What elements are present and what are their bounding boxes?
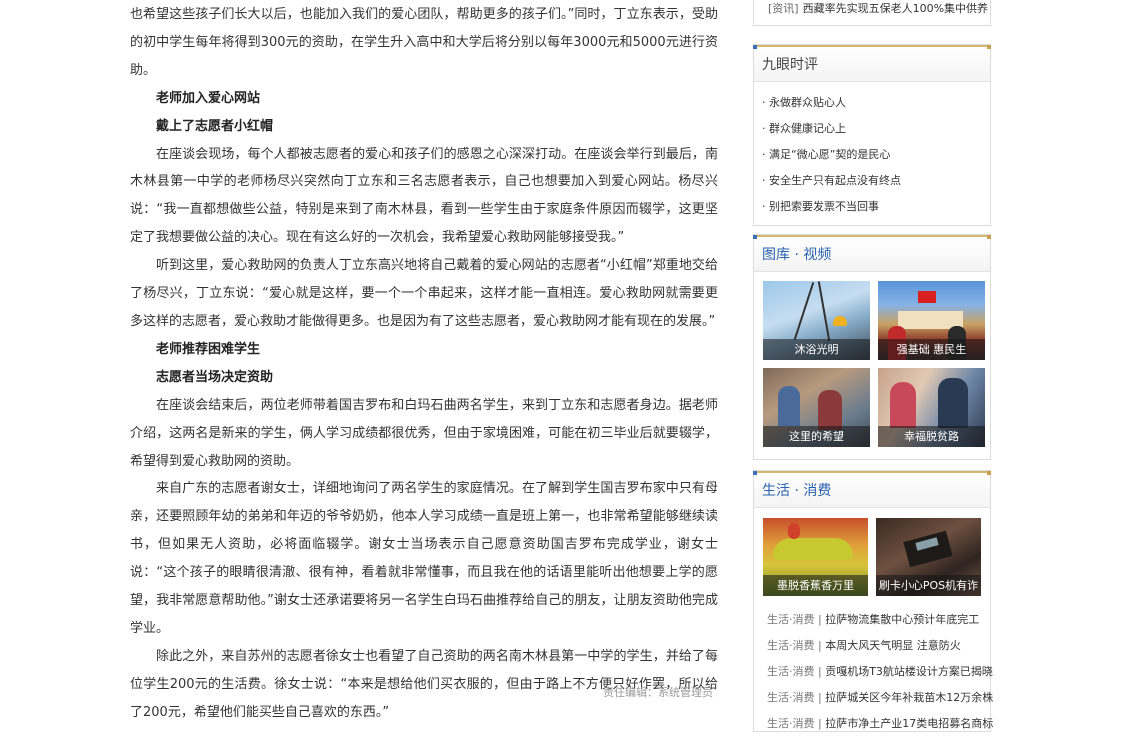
article-subheading: 老师加入爱心网站 bbox=[156, 90, 261, 106]
commentary-link[interactable]: · 满足“微心愿”契的是民心 bbox=[762, 142, 990, 168]
life-news-list: 生活·消费 | 拉萨物流集散中心预计年底完工 生活·消费 | 本周大风天气明显 … bbox=[767, 607, 993, 737]
photo-caption: 刷卡小心POS机有诈 bbox=[876, 575, 981, 596]
category-label: 生活·消费 | bbox=[767, 613, 822, 626]
commentary-link[interactable]: · 群众健康记心上 bbox=[762, 116, 990, 142]
commentary-list: · 永做群众贴心人 · 群众健康记心上 · 满足“微心愿”契的是民心 · 安全生… bbox=[754, 82, 990, 220]
life-box: 生活 · 消费 墨脱香蕉香万里 刷卡小心POS机有诈 生活·消费 | 拉萨物流集… bbox=[753, 470, 993, 732]
life-news-item[interactable]: 生活·消费 | 拉萨物流集散中心预计年底完工 bbox=[767, 607, 993, 633]
article-body: 也希望这些孩子们长大以后，也能加入我们的爱心团队，帮助更多的孩子们。”同时，丁立… bbox=[130, 0, 718, 727]
power-line-worker-photo[interactable]: 沐浴光明 bbox=[763, 281, 870, 360]
photo-caption: 沐浴光明 bbox=[763, 339, 870, 360]
corner-marker bbox=[753, 471, 757, 475]
life-news-link[interactable]: 拉萨市净土产业17类电招募名商标 bbox=[825, 717, 993, 730]
category-label: 生活·消费 | bbox=[767, 717, 822, 730]
article-paragraph: 听到这里，爱心救助网的负责人丁立东高兴地将自己戴着的爱心网站的志愿者“小红帽”郑… bbox=[130, 258, 718, 329]
article-subheading: 志愿者当场决定资助 bbox=[156, 369, 274, 385]
category-label: 生活·消费 | bbox=[767, 665, 822, 678]
gallery-title[interactable]: 图库 · 视频 bbox=[762, 247, 831, 263]
photo-caption: 强基础 惠民生 bbox=[878, 339, 985, 360]
corner-marker bbox=[987, 471, 991, 475]
article-subheading: 戴上了志愿者小红帽 bbox=[156, 118, 274, 134]
life-header: 生活 · 消费 bbox=[753, 471, 991, 508]
life-news-link[interactable]: 本周大风天气明显 注意防火 bbox=[825, 639, 961, 652]
corner-marker bbox=[753, 235, 757, 239]
article-paragraph: 也希望这些孩子们长大以后，也能加入我们的爱心团队，帮助更多的孩子们。”同时，丁立… bbox=[130, 7, 718, 78]
corner-marker bbox=[987, 235, 991, 239]
news-tag: [资讯] bbox=[768, 2, 799, 15]
banana-photo[interactable]: 墨脱香蕉香万里 bbox=[763, 518, 868, 596]
top-news-link[interactable]: 西藏率先实现五保老人100%集中供养 bbox=[803, 2, 988, 15]
life-news-link[interactable]: 拉萨城关区今年补栽苗木12万余株 bbox=[825, 691, 993, 704]
commentary-link[interactable]: · 安全生产只有起点没有终点 bbox=[762, 168, 990, 194]
category-label: 生活·消费 | bbox=[767, 691, 822, 704]
commentary-link[interactable]: · 永做群众贴心人 bbox=[762, 90, 990, 116]
corner-marker bbox=[987, 45, 991, 49]
category-label: 生活·消费 | bbox=[767, 639, 822, 652]
article-paragraph: 在座谈会结束后，两位老师带着国吉罗布和白玛石曲两名学生，来到丁立东和志愿者身边。… bbox=[130, 397, 718, 469]
commentary-link[interactable]: · 别把索要发票不当回事 bbox=[762, 194, 990, 220]
commentary-header: 九眼时评 bbox=[753, 45, 991, 82]
life-news-item[interactable]: 生活·消费 | 贡嘎机场T3航站楼设计方案已揭晓 bbox=[767, 659, 993, 685]
life-news-item[interactable]: 生活·消费 | 拉萨城关区今年补栽苗木12万余株 bbox=[767, 685, 993, 711]
article-subheading: 老师推荐困难学生 bbox=[156, 341, 261, 357]
life-news-item[interactable]: 生活·消费 | 本周大风天气明显 注意防火 bbox=[767, 633, 993, 659]
photo-caption: 幸福脱贫路 bbox=[878, 426, 985, 447]
top-news-item[interactable]: [资讯] 西藏率先实现五保老人100%集中供养 bbox=[753, 0, 991, 26]
pos-machine-photo[interactable]: 刷卡小心POS机有诈 bbox=[876, 518, 981, 596]
article-paragraph: 来自广东的志愿者谢女士，详细地询问了两名学生的家庭情况。在了解到学生国吉罗布家中… bbox=[130, 481, 718, 636]
photo-caption: 墨脱香蕉香万里 bbox=[763, 575, 868, 596]
flag-gate-crowd-photo[interactable]: 强基础 惠民生 bbox=[878, 281, 985, 360]
corner-marker bbox=[753, 45, 757, 49]
commentary-title[interactable]: 九眼时评 bbox=[762, 57, 818, 73]
gallery-box: 图库 · 视频 沐浴光明 强基础 惠民生 这里的希望 幸福脱贫路 bbox=[753, 234, 991, 460]
photo-caption: 这里的希望 bbox=[763, 426, 870, 447]
responsible-editor: 责任编辑：系统管理员 bbox=[603, 686, 713, 699]
life-news-link[interactable]: 拉萨物流集散中心预计年底完工 bbox=[825, 613, 979, 626]
life-news-item[interactable]: 生活·消费 | 拉萨市净土产业17类电招募名商标 bbox=[767, 711, 993, 737]
life-news-link[interactable]: 贡嘎机场T3航站楼设计方案已揭晓 bbox=[825, 665, 993, 678]
commentary-box: 九眼时评 · 永做群众贴心人 · 群众健康记心上 · 满足“微心愿”契的是民心 … bbox=[753, 44, 991, 226]
classroom-children-photo[interactable]: 这里的希望 bbox=[763, 368, 870, 447]
life-title[interactable]: 生活 · 消费 bbox=[762, 483, 831, 499]
gallery-header: 图库 · 视频 bbox=[753, 235, 991, 272]
article-paragraph: 在座谈会现场，每个人都被志愿者的爱心和孩子们的感恩之心深深打动。在座谈会举行到最… bbox=[130, 146, 718, 246]
family-visit-photo[interactable]: 幸福脱贫路 bbox=[878, 368, 985, 447]
